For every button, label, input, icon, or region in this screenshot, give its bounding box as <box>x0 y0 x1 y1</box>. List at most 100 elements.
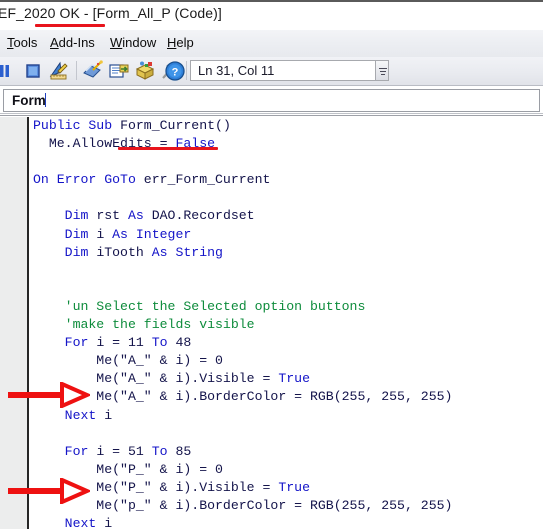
annotation-arrow-lower <box>8 478 90 504</box>
code-token: () <box>215 118 231 133</box>
window-top-edge <box>0 0 543 2</box>
code-token: Me("A_" & i).BorderColor = RGB(255, 255,… <box>33 389 453 405</box>
design-mode-icon[interactable] <box>48 60 70 82</box>
text-caret <box>45 93 46 107</box>
code-token: rst <box>96 208 128 224</box>
chevron-down-icon-mid <box>380 71 386 72</box>
menu-bar[interactable]: Tools Add-Ins Window Help <box>0 30 543 58</box>
code-token: Me("p_" & i).BorderColor = RGB(255, 255,… <box>33 497 453 513</box>
margin-indicator-bar[interactable] <box>0 117 27 529</box>
code-token: As <box>151 244 176 260</box>
code-token: True <box>278 479 310 495</box>
code-token: Dim <box>64 208 97 224</box>
svg-text:?: ? <box>172 67 179 79</box>
window-title: EF_2020 OK - [Form_All_P (Code)] <box>0 5 222 21</box>
object-combo-value: Form <box>12 93 46 108</box>
object-browser-icon[interactable] <box>134 60 156 82</box>
object-bar-divider-bottom <box>0 115 543 116</box>
code-line: Public Sub Form_Current() <box>30 117 543 135</box>
title-bar: EF_2020 OK - [Form_All_P (Code)] <box>0 0 543 30</box>
code-token: For <box>64 443 97 459</box>
code-token: i <box>96 226 113 242</box>
reset-stop-icon[interactable] <box>22 60 44 82</box>
code-token: 'un Select the Selected option buttons <box>33 298 366 314</box>
code-token: i <box>104 516 113 529</box>
annotation-arrow-upper <box>8 382 90 408</box>
code-line: Me("P_" & i).Visible = True <box>30 479 543 497</box>
code-token: True <box>278 371 310 387</box>
code-line: Me("A_" & i).BorderColor = RGB(255, 255,… <box>30 388 543 406</box>
code-token: Me("P_" & i) = 0 <box>33 461 223 477</box>
code-line: Me("A_" & i) = 0 <box>30 352 543 370</box>
vba-editor-window: EF_2020 OK - [Form_All_P (Code)] Tools A… <box>0 0 543 529</box>
code-token: To <box>151 335 176 351</box>
code-token: As <box>112 226 136 242</box>
code-line: Dim i As Integer <box>30 226 543 244</box>
code-editor-pane[interactable]: Public Sub Form_Current() Me.AllowEdits … <box>0 117 543 529</box>
menu-item-help[interactable]: Help <box>167 35 194 50</box>
code-line: Next i <box>30 407 543 425</box>
code-token: i <box>104 407 113 423</box>
code-token: err_Form_Current <box>143 172 271 188</box>
margin-indicator-border <box>27 117 29 529</box>
object-bar-divider-top <box>0 113 543 114</box>
code-line: Me.AllowEdits = False <box>30 135 543 153</box>
code-line: 'un Select the Selected option buttons <box>30 298 543 316</box>
code-line: Next i <box>30 515 543 529</box>
code-token: To <box>151 443 176 459</box>
code-token: Next <box>64 516 105 529</box>
break-icon[interactable] <box>0 60 14 82</box>
help-icon[interactable]: ? <box>164 60 186 82</box>
code-token: Form_Current <box>120 118 216 133</box>
code-token: On Error GoTo <box>33 172 144 188</box>
code-token: Public Sub <box>33 118 121 133</box>
menu-item-window[interactable]: Window <box>110 35 156 50</box>
chevron-down-icon <box>379 68 387 69</box>
code-line: For i = 11 To 48 <box>30 334 543 352</box>
toolbar-separator-2 <box>186 61 187 80</box>
code-token: 85 <box>175 443 192 459</box>
position-indicator-field[interactable]: Ln 31, Col 11 <box>190 60 382 81</box>
code-token: As <box>127 208 152 224</box>
title-red-underline-annotation <box>35 24 105 27</box>
code-line: Dim rst As DAO.Recordset <box>30 207 543 225</box>
project-explorer-icon[interactable] <box>82 60 104 82</box>
code-token: DAO.Recordset <box>151 208 255 224</box>
menu-item-tools[interactable]: Tools <box>7 35 37 50</box>
code-line: Me("A_" & i).Visible = True <box>30 370 543 388</box>
code-token: String <box>175 244 223 260</box>
code-line: Me("P_" & i) = 0 <box>30 461 543 479</box>
code-token: For <box>64 335 97 351</box>
properties-window-icon[interactable] <box>108 60 130 82</box>
code-token: Integer <box>135 226 192 242</box>
code-line: 'make the fields visible <box>30 316 543 334</box>
object-combo-box[interactable]: Form <box>3 89 540 112</box>
code-token: Dim <box>64 244 97 260</box>
position-indicator-text: Ln 31, Col 11 <box>198 63 275 78</box>
code-line: Dim iTooth As String <box>30 244 543 262</box>
position-indicator-dropdown-button[interactable] <box>375 60 389 81</box>
menu-item-add-ins[interactable]: Add-Ins <box>50 35 95 50</box>
code-text-area[interactable]: Public Sub Form_Current() Me.AllowEdits … <box>30 117 543 529</box>
code-token: i = 11 <box>96 335 152 351</box>
code-token: Next <box>64 407 105 423</box>
code-token: Me("A_" & i) = 0 <box>33 353 223 369</box>
code-token: 'make the fields visible <box>33 317 255 333</box>
code-token: i = 51 <box>96 443 152 459</box>
toolbar-separator-1 <box>76 61 77 80</box>
code-token: iTooth <box>96 244 152 260</box>
code-line: On Error GoTo err_Form_Current <box>30 171 543 189</box>
code-token: Dim <box>64 226 97 242</box>
